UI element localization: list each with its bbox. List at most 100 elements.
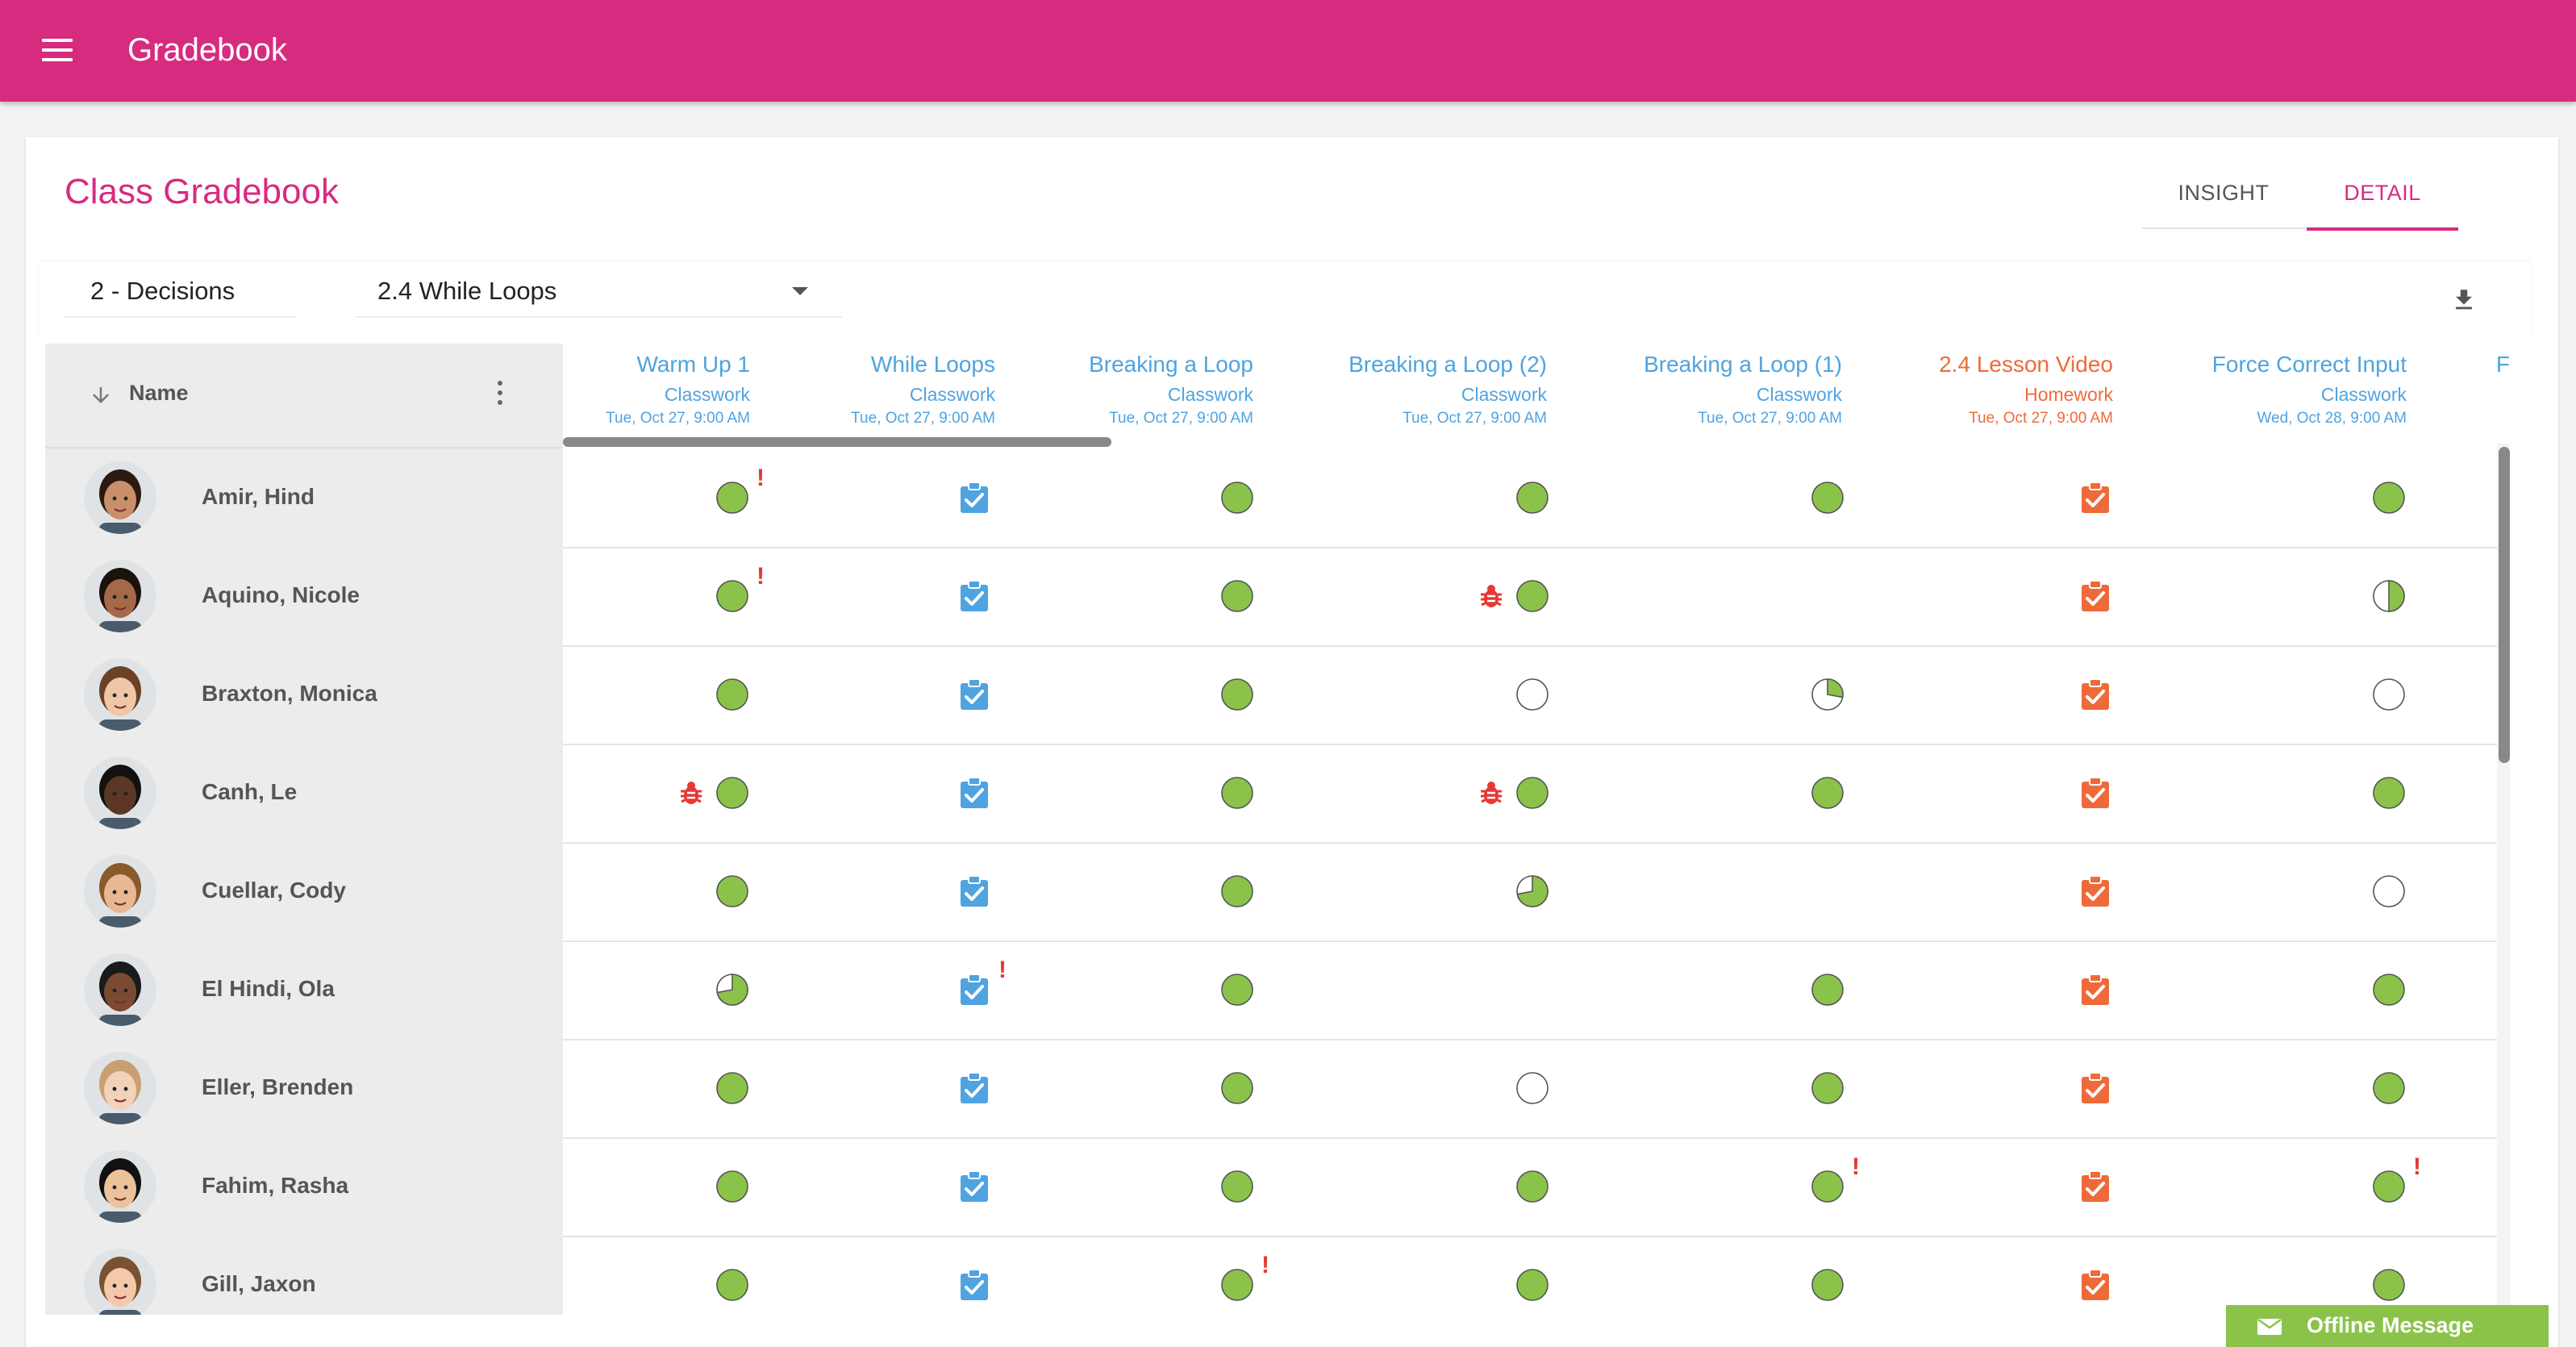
progress-not-started-icon[interactable] xyxy=(2372,874,2406,908)
table-row[interactable]: El Hindi, Ola! xyxy=(45,940,2497,1040)
tab-detail[interactable]: DETAIL xyxy=(2307,158,2458,231)
progress-complete-icon[interactable] xyxy=(1220,1268,1254,1302)
progress-partial-icon[interactable] xyxy=(1811,678,1844,711)
progress-complete-icon[interactable] xyxy=(1220,874,1254,908)
homework-submitted-icon[interactable] xyxy=(2078,579,2112,613)
homework-submitted-icon[interactable] xyxy=(2078,481,2112,515)
progress-complete-icon[interactable] xyxy=(1220,973,1254,1007)
tab-insight[interactable]: INSIGHT xyxy=(2142,158,2305,229)
progress-complete-icon[interactable] xyxy=(715,579,749,613)
column-type: Homework xyxy=(2024,384,2113,405)
student-name-cell[interactable]: Gill, Jaxon xyxy=(45,1236,563,1315)
table-row[interactable]: Gill, Jaxon! xyxy=(45,1236,2497,1315)
progress-complete-icon[interactable] xyxy=(2372,1268,2406,1302)
student-name-cell[interactable]: Aquino, Nicole xyxy=(45,547,563,645)
progress-complete-icon[interactable] xyxy=(1220,481,1254,515)
student-name: Braxton, Monica xyxy=(202,681,377,706)
progress-complete-icon[interactable] xyxy=(2372,776,2406,810)
table-row[interactable]: Amir, Hind! xyxy=(45,448,2497,548)
progress-complete-icon[interactable] xyxy=(715,874,749,908)
progress-complete-icon[interactable] xyxy=(1515,1268,1549,1302)
progress-complete-icon[interactable] xyxy=(2372,973,2406,1007)
classwork-submitted-icon[interactable] xyxy=(957,1170,991,1203)
homework-submitted-icon[interactable] xyxy=(2078,874,2112,908)
progress-complete-icon[interactable] xyxy=(1811,973,1844,1007)
homework-submitted-icon[interactable] xyxy=(2078,678,2112,711)
table-row[interactable]: Fahim, Rasha!! xyxy=(45,1137,2497,1237)
progress-complete-icon[interactable] xyxy=(1220,1071,1254,1105)
lesson-select[interactable]: 2.4 While Loops xyxy=(355,265,842,318)
classwork-submitted-icon[interactable] xyxy=(957,678,991,711)
progress-not-started-icon[interactable] xyxy=(1515,1071,1549,1105)
table-row[interactable]: Cuellar, Cody xyxy=(45,842,2497,942)
progress-complete-icon[interactable] xyxy=(1515,481,1549,515)
homework-submitted-icon[interactable] xyxy=(2078,1170,2112,1203)
student-name-cell[interactable]: Eller, Brenden xyxy=(45,1039,563,1137)
column-header-1[interactable]: While Loops Classwork Tue, Oct 27, 9:00 AM xyxy=(697,344,995,447)
classwork-submitted-icon[interactable] xyxy=(957,1071,991,1105)
offline-message-button[interactable]: Offline Message xyxy=(2226,1305,2549,1347)
progress-complete-icon[interactable] xyxy=(1220,1170,1254,1203)
column-header-3[interactable]: Breaking a Loop (2) Classwork Tue, Oct 27,… xyxy=(1248,344,1547,447)
student-name: Canh, Le xyxy=(202,779,298,804)
column-header-4[interactable]: Breaking a Loop (1) Classwork Tue, Oct 27,… xyxy=(1544,344,1842,447)
progress-not-started-icon[interactable] xyxy=(2372,678,2406,711)
column-header-2[interactable]: Breaking a Loop Classwork Tue, Oct 27, 9:0… xyxy=(955,344,1253,447)
student-name-cell[interactable]: Fahim, Rasha xyxy=(45,1137,563,1236)
progress-complete-icon[interactable] xyxy=(1811,481,1844,515)
table-row[interactable]: Aquino, Nicole! xyxy=(45,547,2497,647)
vertical-scrollbar[interactable] xyxy=(2497,444,2510,1315)
progress-half-icon[interactable] xyxy=(2372,579,2406,613)
progress-not-started-icon[interactable] xyxy=(1515,678,1549,711)
progress-complete-icon[interactable] xyxy=(2372,1071,2406,1105)
progress-complete-icon[interactable] xyxy=(715,1170,749,1203)
classwork-submitted-icon[interactable] xyxy=(957,973,991,1007)
table-row[interactable]: Eller, Brenden xyxy=(45,1039,2497,1139)
progress-complete-icon[interactable] xyxy=(1515,776,1549,810)
homework-submitted-icon[interactable] xyxy=(2078,1268,2112,1302)
progress-complete-icon[interactable] xyxy=(1811,1170,1844,1203)
column-header-5[interactable]: 2.4 Lesson Video Homework Tue, Oct 27, 9:0… xyxy=(1815,344,2113,447)
homework-submitted-icon[interactable] xyxy=(2078,776,2112,810)
progress-complete-icon[interactable] xyxy=(1811,1268,1844,1302)
classwork-submitted-icon[interactable] xyxy=(957,579,991,613)
classwork-submitted-icon[interactable] xyxy=(957,776,991,810)
student-name-cell[interactable]: Cuellar, Cody xyxy=(45,842,563,940)
student-name-cell[interactable]: El Hindi, Ola xyxy=(45,940,563,1039)
progress-partial-icon[interactable] xyxy=(1515,874,1549,908)
column-title: Breaking a Loop xyxy=(1089,352,1253,377)
classwork-submitted-icon[interactable] xyxy=(957,481,991,515)
progress-complete-icon[interactable] xyxy=(715,481,749,515)
homework-submitted-icon[interactable] xyxy=(2078,1071,2112,1105)
progress-complete-icon[interactable] xyxy=(715,1268,749,1302)
progress-complete-icon[interactable] xyxy=(2372,481,2406,515)
progress-complete-icon[interactable] xyxy=(1220,579,1254,613)
bug-icon xyxy=(678,780,704,814)
table-row[interactable]: Canh, Le xyxy=(45,744,2497,844)
progress-complete-icon[interactable] xyxy=(1811,776,1844,810)
progress-complete-icon[interactable] xyxy=(715,678,749,711)
progress-complete-icon[interactable] xyxy=(1515,1170,1549,1203)
table-row[interactable]: Braxton, Monica xyxy=(45,645,2497,745)
progress-complete-icon[interactable] xyxy=(2372,1170,2406,1203)
progress-complete-icon[interactable] xyxy=(715,776,749,810)
vertical-scrollbar-thumb[interactable] xyxy=(2499,447,2510,763)
download-icon[interactable] xyxy=(2450,284,2478,316)
classwork-submitted-icon[interactable] xyxy=(957,874,991,908)
student-name-cell[interactable]: Amir, Hind xyxy=(45,448,563,547)
progress-complete-icon[interactable] xyxy=(715,1071,749,1105)
progress-complete-icon[interactable] xyxy=(1811,1071,1844,1105)
unit-select[interactable]: 2 - Decisions xyxy=(65,265,295,318)
progress-complete-icon[interactable] xyxy=(1515,579,1549,613)
hamburger-menu-icon[interactable] xyxy=(42,39,73,63)
progress-partial-icon[interactable] xyxy=(715,973,749,1007)
sort-arrow-icon[interactable] xyxy=(89,381,113,410)
progress-complete-icon[interactable] xyxy=(1220,776,1254,810)
homework-submitted-icon[interactable] xyxy=(2078,973,2112,1007)
student-name-cell[interactable]: Canh, Le xyxy=(45,744,563,842)
column-header-7[interactable]: F xyxy=(2211,344,2510,447)
horizontal-scrollbar[interactable] xyxy=(563,437,1111,447)
progress-complete-icon[interactable] xyxy=(1220,678,1254,711)
student-name-cell[interactable]: Braxton, Monica xyxy=(45,645,563,744)
classwork-submitted-icon[interactable] xyxy=(957,1268,991,1302)
